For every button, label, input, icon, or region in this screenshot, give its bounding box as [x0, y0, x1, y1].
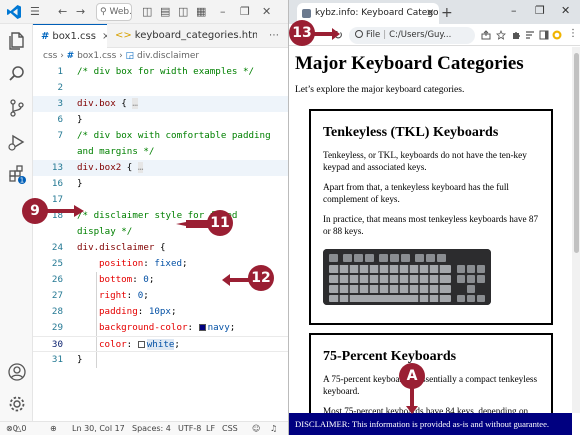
callout-a: A	[399, 363, 425, 389]
callout-9-arrow	[44, 205, 84, 217]
callout-12-arrow	[222, 274, 250, 286]
callout-11: 11	[207, 210, 233, 236]
callout-11-arrow	[176, 220, 210, 228]
callout-13: 13	[289, 20, 315, 46]
callout-9: 9	[22, 198, 48, 224]
callout-arrows	[44, 28, 418, 414]
callout-a-arrow	[406, 386, 418, 414]
callout-13-arrow	[313, 28, 340, 40]
callout-12: 12	[248, 265, 274, 291]
